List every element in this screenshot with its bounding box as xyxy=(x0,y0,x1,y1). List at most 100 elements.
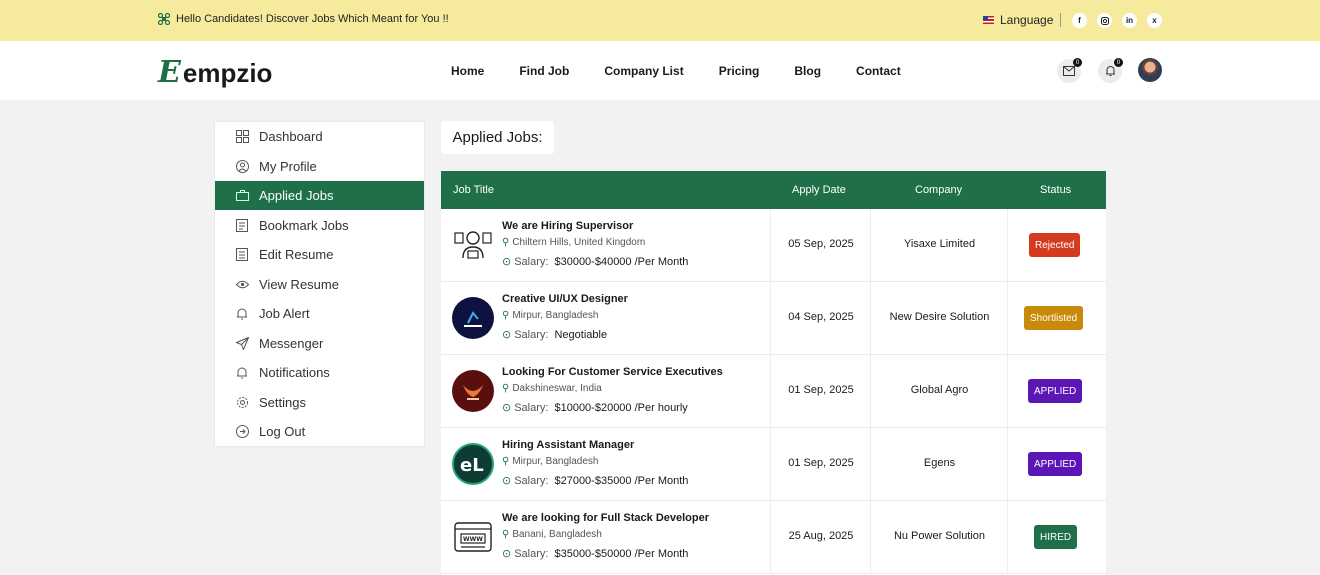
instagram-icon[interactable] xyxy=(1097,13,1112,28)
salary-value: $35000-$50000 /Per Month xyxy=(554,547,689,560)
table-row[interactable]: We are Hiring Supervisor ⚲ Chiltern Hills… xyxy=(441,209,1106,282)
user-avatar[interactable] xyxy=(1138,58,1162,82)
facebook-icon[interactable]: f xyxy=(1072,13,1087,28)
www-browser-icon: WWW xyxy=(454,522,492,552)
dashboard-icon xyxy=(235,130,249,144)
bell-icon xyxy=(235,366,249,380)
apply-date: 25 Aug, 2025 xyxy=(788,530,854,542)
job-title[interactable]: Hiring Assistant Manager xyxy=(502,439,634,451)
job-title[interactable]: We are Hiring Supervisor xyxy=(502,220,633,232)
company-name: Egens xyxy=(923,457,956,469)
sidebar-item-edit-resume[interactable]: Edit Resume xyxy=(215,240,424,269)
drone-icon xyxy=(158,13,170,25)
sidebar-item-view-resume[interactable]: View Resume xyxy=(215,270,424,299)
salary-label: Salary: xyxy=(514,255,549,268)
company-logo xyxy=(452,297,494,339)
nav-company-list[interactable]: Company List xyxy=(604,64,683,78)
table-row[interactable]: Creative UI/UX Designer ⚲ Mirpur, Banglad… xyxy=(441,282,1106,355)
mail-icon xyxy=(1063,66,1075,76)
sidebar-item-messenger[interactable]: Messenger xyxy=(215,329,424,358)
sidebar-item-label: Job Alert xyxy=(259,306,310,321)
tech-logo-icon xyxy=(464,311,482,327)
location-pin-icon: ⚲ xyxy=(502,310,510,321)
column-job-title: Job Title xyxy=(453,184,494,196)
sidebar-item-log-out[interactable]: Log Out xyxy=(215,417,424,446)
dashboard-sidebar: Dashboard My Profile Applied Jobs Bookma… xyxy=(214,121,425,447)
sidebar-item-settings[interactable]: Settings xyxy=(215,388,424,417)
bird-logo-icon xyxy=(463,385,483,400)
svg-text:WWW: WWW xyxy=(463,536,483,543)
table-header: Job Title Apply Date Company Status xyxy=(441,171,1106,209)
column-status: Status xyxy=(1040,184,1072,196)
table-row[interactable]: eL Hiring Assistant Manager ⚲ Mirpur, Ban… xyxy=(441,428,1106,501)
sidebar-item-label: Edit Resume xyxy=(259,247,334,262)
location-text: Chiltern Hills, United Kingdom xyxy=(512,237,646,248)
language-label: Language xyxy=(1000,13,1054,27)
location-text: Dakshineswar, India xyxy=(512,383,602,394)
site-logo[interactable]: E empzio xyxy=(158,55,272,90)
messages-button[interactable]: 0 xyxy=(1057,58,1082,83)
salary-value: $27000-$35000 /Per Month xyxy=(554,474,689,487)
main-nav: Home Find Job Company List Pricing Blog … xyxy=(451,64,936,78)
company-name: Global Agro xyxy=(910,384,969,396)
x-twitter-icon[interactable]: x xyxy=(1147,13,1162,28)
nav-pricing[interactable]: Pricing xyxy=(719,64,760,78)
sidebar-item-label: Settings xyxy=(259,395,306,410)
company-logo: eL xyxy=(452,443,494,485)
nav-blog[interactable]: Blog xyxy=(794,64,821,78)
sidebar-item-my-profile[interactable]: My Profile xyxy=(215,152,424,181)
table-row[interactable]: Looking For Customer Service Executives … xyxy=(441,355,1106,428)
salary-icon: ⊙ xyxy=(502,548,512,560)
job-salary: ⊙ Salary: $27000-$35000 /Per Month xyxy=(502,474,689,488)
status-badge: HIRED xyxy=(1034,525,1078,549)
company-logo: WWW xyxy=(452,516,494,558)
location-pin-icon: ⚲ xyxy=(502,529,510,540)
job-title[interactable]: We are looking for Full Stack Developer xyxy=(502,512,709,524)
salary-icon: ⊙ xyxy=(502,475,512,487)
job-salary: ⊙ Salary: Negotiable xyxy=(502,328,607,342)
salary-icon: ⊙ xyxy=(502,256,512,268)
table-row[interactable]: WWW We are looking for Full Stack Develo… xyxy=(441,501,1106,574)
nav-home[interactable]: Home xyxy=(451,64,484,78)
logout-icon xyxy=(235,425,249,439)
notifications-button[interactable]: 0 xyxy=(1098,58,1123,83)
job-salary: ⊙ Salary: $10000-$20000 /Per hourly xyxy=(502,401,688,415)
linkedin-icon[interactable]: in xyxy=(1122,13,1137,28)
sidebar-item-job-alert[interactable]: Job Alert xyxy=(215,299,424,328)
main-header: E empzio Home Find Job Company List Pric… xyxy=(0,41,1320,100)
el-logo-icon: eL xyxy=(460,455,484,474)
sidebar-item-applied-jobs[interactable]: Applied Jobs xyxy=(215,181,424,210)
location-text: Mirpur, Bangladesh xyxy=(512,310,599,321)
instagram-glyph-icon xyxy=(1100,16,1109,25)
sidebar-item-notifications[interactable]: Notifications xyxy=(215,358,424,387)
send-icon xyxy=(235,337,249,351)
profile-icon xyxy=(235,160,249,174)
job-location: ⚲ Mirpur, Bangladesh xyxy=(502,456,599,467)
briefcase-icon xyxy=(235,189,249,203)
sidebar-item-dashboard[interactable]: Dashboard xyxy=(215,122,424,151)
company-name: New Desire Solution xyxy=(889,311,990,323)
status-badge: Shortlisted xyxy=(1024,306,1084,330)
salary-label: Salary: xyxy=(514,401,549,414)
sidebar-item-label: Bookmark Jobs xyxy=(259,218,349,233)
job-title[interactable]: Looking For Customer Service Executives xyxy=(502,366,723,378)
salary-label: Salary: xyxy=(514,474,549,487)
announcement: Hello Candidates! Discover Jobs Which Me… xyxy=(158,13,449,25)
svg-text:eL: eL xyxy=(460,455,484,474)
gear-icon xyxy=(235,396,249,410)
job-salary: ⊙ Salary: $30000-$40000 /Per Month xyxy=(502,255,688,269)
sidebar-item-bookmark-jobs[interactable]: Bookmark Jobs xyxy=(215,211,424,240)
nav-contact[interactable]: Contact xyxy=(856,64,901,78)
nav-find-job[interactable]: Find Job xyxy=(519,64,569,78)
logo-text: empzio xyxy=(182,58,273,88)
status-badge: Rejected xyxy=(1029,233,1081,257)
announcement-text: Hello Candidates! Discover Jobs Which Me… xyxy=(176,13,449,25)
company-logo xyxy=(452,370,494,412)
column-apply-date: Apply Date xyxy=(792,184,846,196)
sidebar-item-label: Messenger xyxy=(259,336,324,351)
language-selector[interactable]: Language xyxy=(983,13,1053,27)
apply-date: 01 Sep, 2025 xyxy=(788,457,854,469)
alert-icon xyxy=(235,307,249,321)
status-badge: APPLIED xyxy=(1028,379,1083,403)
job-title[interactable]: Creative UI/UX Designer xyxy=(502,293,628,305)
